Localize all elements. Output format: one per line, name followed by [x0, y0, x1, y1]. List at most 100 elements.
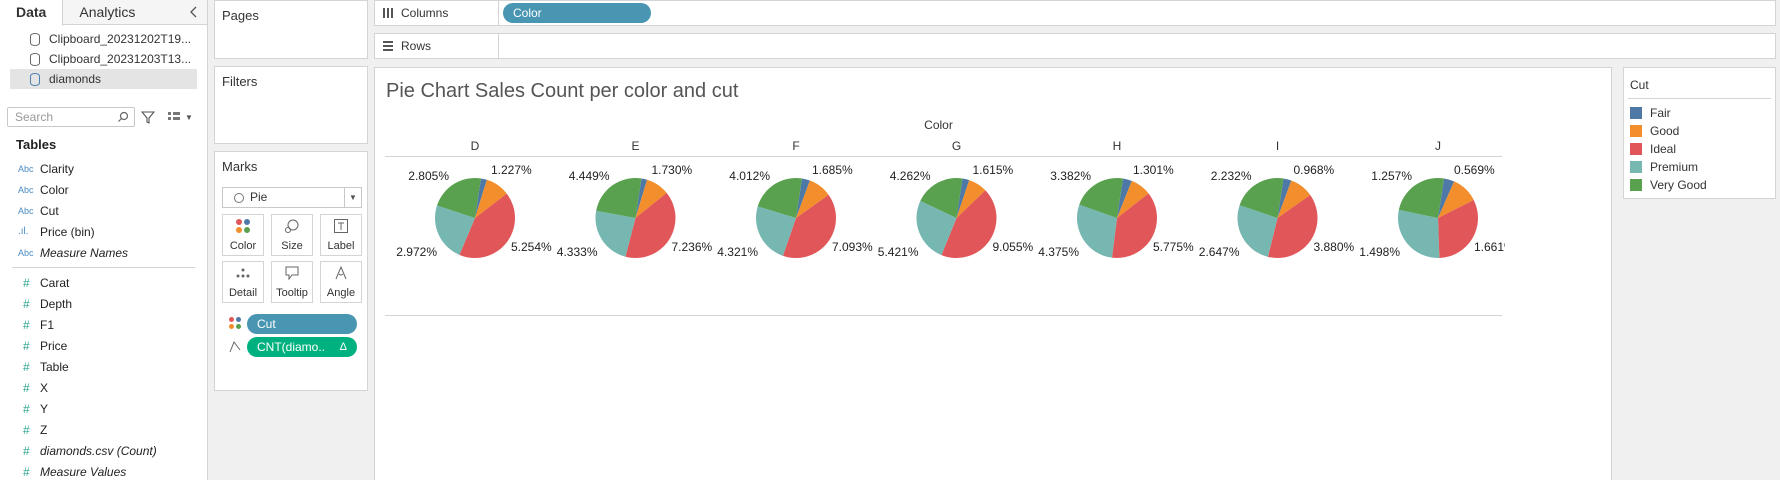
string-type-icon: Abc	[18, 184, 34, 195]
database-icon	[30, 32, 40, 46]
legend-item[interactable]: Premium	[1630, 159, 1698, 175]
pie-slice-e-very-good[interactable]	[596, 178, 642, 218]
chevron-down-icon[interactable]: ▼	[185, 113, 193, 122]
tab-data[interactable]: Data	[0, 0, 64, 26]
legend-item[interactable]: Ideal	[1630, 141, 1676, 157]
pane-tabs: Data Analytics	[0, 0, 207, 26]
data-label: 2.647%	[1199, 245, 1240, 259]
delta-icon: Δ	[339, 341, 347, 353]
legend-item[interactable]: Very Good	[1630, 177, 1707, 193]
search-icon	[118, 111, 129, 122]
field-measure-values[interactable]: # Measure Values	[0, 461, 207, 480]
size-label: Size	[281, 240, 303, 252]
field-y[interactable]: # Y	[0, 398, 207, 419]
data-label: 3.880%	[1314, 240, 1355, 254]
count-pill[interactable]: CNT(diamo.. Δ	[247, 337, 357, 357]
field-list: Abc Clarity Abc Color Abc Cut .ıl. Price (bi…	[0, 158, 207, 480]
legend-item[interactable]: Good	[1630, 123, 1679, 139]
rows-shelf[interactable]: Rows	[374, 33, 1776, 59]
search-input[interactable]: Search	[7, 107, 135, 127]
data-label: 7.236%	[672, 240, 713, 254]
field-price[interactable]: # Price	[0, 335, 207, 356]
tab-analytics[interactable]: Analytics	[63, 0, 151, 25]
pill-label: Color	[513, 6, 542, 20]
chevron-down-icon: ▼	[344, 188, 361, 207]
source-label: Clipboard_20231202T19...	[49, 32, 192, 46]
columns-shelf[interactable]: Columns Color	[374, 0, 1776, 26]
field-color[interactable]: Abc Color	[0, 179, 207, 200]
number-type-icon: #	[23, 338, 30, 353]
field-label: Z	[40, 422, 48, 437]
cut-pill[interactable]: Cut	[247, 314, 357, 334]
field-label: diamonds.csv (Count)	[40, 443, 157, 458]
search-placeholder: Search	[15, 110, 54, 124]
data-label: 3.382%	[1050, 169, 1091, 183]
data-label: 1.685%	[812, 163, 853, 177]
field-diamonds-count[interactable]: # diamonds.csv (Count)	[0, 440, 207, 461]
field-depth[interactable]: # Depth	[0, 293, 207, 314]
label-label: Label	[327, 240, 355, 252]
number-type-icon: #	[23, 401, 30, 416]
source-diamonds[interactable]: diamonds	[10, 69, 197, 89]
angle-button[interactable]: Angle	[320, 261, 362, 303]
color-pill[interactable]: Color	[503, 3, 651, 23]
data-label: 5.421%	[878, 245, 919, 259]
pages-card[interactable]: Pages	[214, 0, 368, 59]
field-measure-names[interactable]: Abc Measure Names	[0, 242, 207, 263]
field-label: Depth	[40, 296, 73, 311]
field-f1[interactable]: # F1	[0, 314, 207, 335]
color-button[interactable]: Color	[222, 214, 264, 256]
source-label: diamonds	[49, 72, 102, 86]
field-clarity[interactable]: Abc Clarity	[0, 158, 207, 179]
header-divider	[385, 156, 1502, 157]
angle-icon	[321, 262, 361, 284]
data-label: 2.232%	[1211, 169, 1252, 183]
string-type-icon: Abc	[18, 205, 34, 216]
number-type-icon: #	[23, 464, 30, 479]
label-button[interactable]: Label	[320, 214, 362, 256]
database-icon	[30, 72, 40, 86]
chart-title[interactable]: Pie Chart Sales Count per color and cut	[386, 80, 738, 103]
collapse-pane-icon[interactable]	[187, 4, 201, 20]
data-label: 4.333%	[557, 245, 598, 259]
mark-type-dropdown[interactable]: Pie ▼	[222, 187, 362, 208]
data-label: 1.301%	[1133, 163, 1174, 177]
data-label: 2.805%	[408, 169, 449, 183]
pie-slice-j-premium[interactable]	[1398, 209, 1440, 258]
field-table[interactable]: # Table	[0, 356, 207, 377]
field-x[interactable]: # X	[0, 377, 207, 398]
field-label: Color	[40, 182, 69, 197]
text-label-icon	[321, 215, 361, 237]
field-price-bin[interactable]: .ıl. Price (bin)	[0, 221, 207, 242]
data-label: 5.775%	[1153, 240, 1194, 254]
filters-card[interactable]: Filters	[214, 66, 368, 144]
cut-legend[interactable]: Cut Fair Good Ideal Premium Very Good	[1623, 67, 1776, 199]
data-pane: Data Analytics Clipboard_20231202T19... …	[0, 0, 208, 480]
detail-button[interactable]: Detail	[222, 261, 264, 303]
data-label: 1.661%	[1474, 240, 1505, 254]
field-z[interactable]: # Z	[0, 419, 207, 440]
legend-title: Cut	[1630, 78, 1649, 92]
data-label: 1.615%	[973, 163, 1014, 177]
rows-label: Rows	[375, 34, 499, 58]
field-carat[interactable]: # Carat	[0, 272, 207, 293]
data-label: 4.321%	[717, 245, 758, 259]
view-list-icon[interactable]	[167, 111, 181, 123]
pie-charts[interactable]: 1.227% 5.254% 2.972% 2.805% 1.730% 7.236% 4.33…	[385, 158, 1505, 318]
source-clipboard-1[interactable]: Clipboard_20231202T19...	[10, 29, 197, 49]
field-label: Cut	[40, 203, 59, 218]
number-type-icon: #	[23, 275, 30, 290]
filter-icon[interactable]	[141, 110, 155, 124]
column-header-i: I	[1275, 139, 1280, 153]
number-type-icon: #	[23, 422, 30, 437]
legend-item[interactable]: Fair	[1630, 105, 1671, 121]
data-label: 1.227%	[491, 163, 532, 177]
legend-divider	[1628, 98, 1771, 99]
data-label: 0.569%	[1454, 163, 1495, 177]
tooltip-icon	[272, 262, 312, 284]
tooltip-button[interactable]: Tooltip	[271, 261, 313, 303]
field-cut[interactable]: Abc Cut	[0, 200, 207, 221]
legend-swatch	[1630, 179, 1642, 191]
size-button[interactable]: Size	[271, 214, 313, 256]
source-clipboard-2[interactable]: Clipboard_20231203T13...	[10, 49, 197, 69]
